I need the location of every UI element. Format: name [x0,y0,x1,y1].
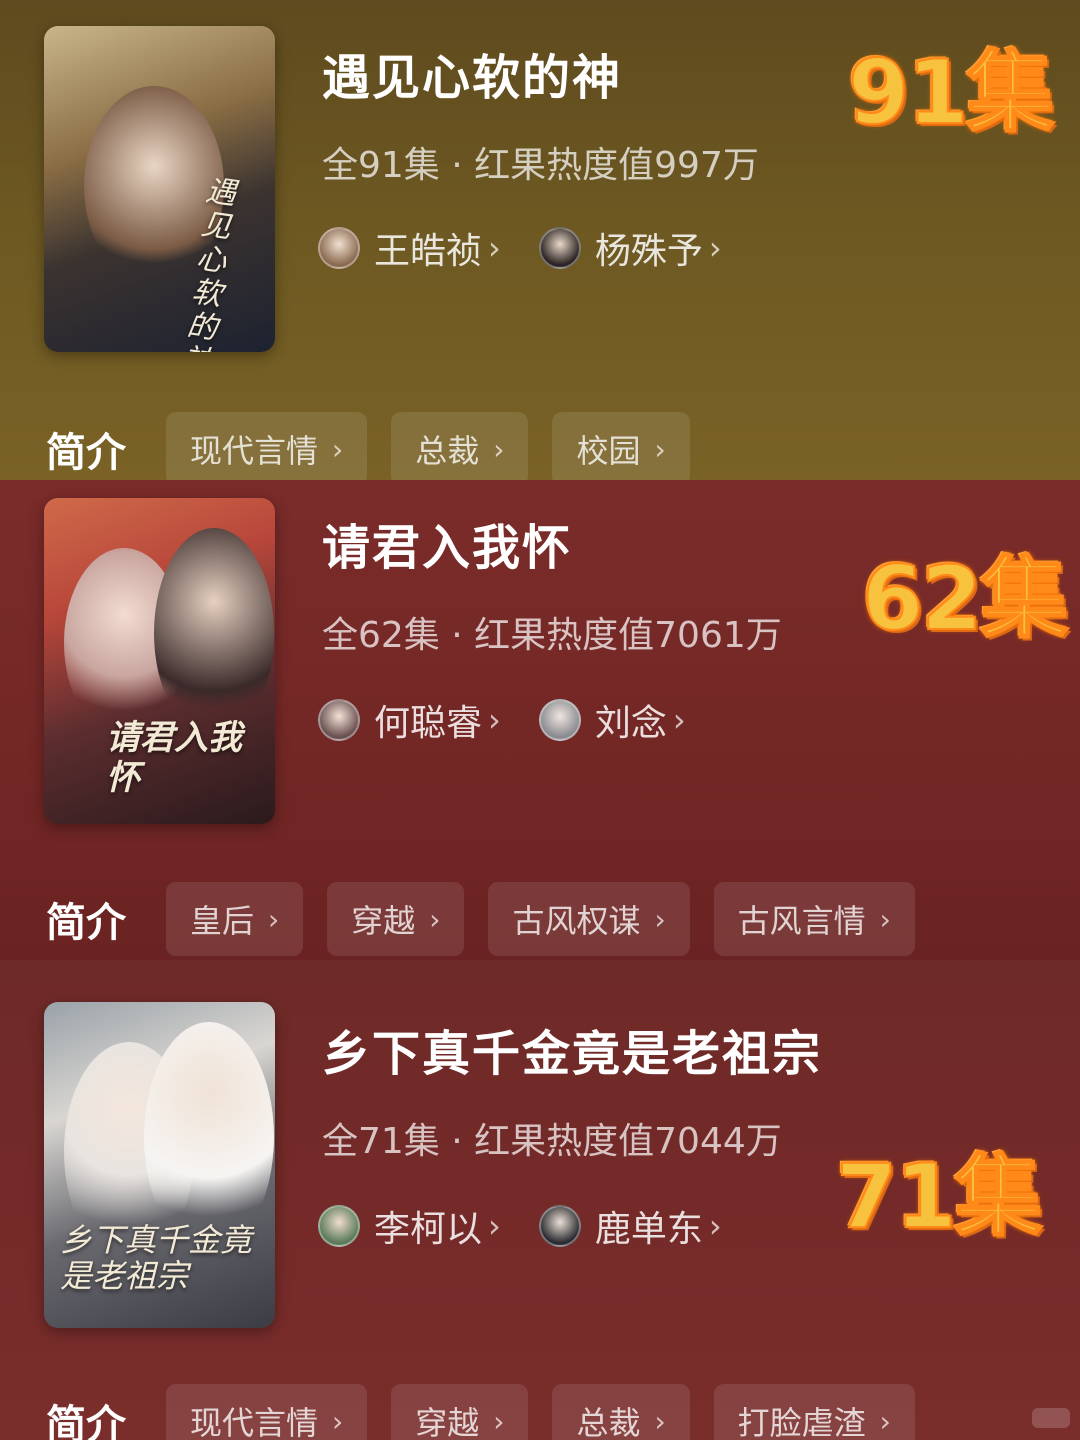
tag-chip[interactable]: 现代言情 › [166,1384,368,1440]
chevron-right-icon: › [332,432,344,466]
tag-row: 简介 皇后 › 穿越 › 古风权谋 › 古风言情 › [0,882,915,956]
actor-avatar [318,699,360,741]
intro-label[interactable]: 简介 [46,890,142,948]
poster-title: 请君入我怀 [106,718,242,798]
chevron-right-icon: › [879,1404,891,1438]
chevron-right-icon: › [268,902,280,936]
tag-chip[interactable]: 古风权谋 › [488,882,690,956]
actor-link[interactable]: 刘念 › [538,694,686,746]
poster-image[interactable]: 遇见心软的神 [44,26,275,352]
show-meta: 全62集 · 红果热度值7061万 [322,615,782,656]
actor-name: 杨殊予 [594,231,703,272]
actor-avatar [538,699,581,741]
chevron-right-icon: › [879,902,891,936]
chevron-right-icon: › [654,902,666,936]
actor-avatar [538,1205,581,1247]
chevron-right-icon: › [488,229,501,267]
show-title[interactable]: 请君入我怀 [322,508,572,578]
tag-chip[interactable]: 现代言情 › [166,412,368,480]
actor-link[interactable]: 王皓祯 › [318,222,501,274]
tag-chip[interactable]: 穿越 › [391,1384,529,1440]
poster-image[interactable]: 请君入我怀 [44,498,275,824]
episode-badge: 91集 [847,40,1055,145]
chevron-right-icon: › [654,1404,666,1438]
cast-list: 何聪睿 › 刘念 › [318,694,724,746]
actor-avatar [538,227,581,269]
actor-link[interactable]: 何聪睿 › [318,694,501,746]
chevron-right-icon: › [429,902,441,936]
chevron-right-icon: › [708,1207,722,1245]
actor-link[interactable]: 李柯以 › [318,1200,501,1252]
actor-name: 李柯以 [374,1209,483,1250]
show-meta: 全91集 · 红果热度值997万 [322,145,759,186]
chevron-right-icon: › [654,432,666,466]
chevron-right-icon: › [332,1404,344,1438]
tag-row: 简介 现代言情 › 总裁 › 校园 › [0,412,690,480]
show-card-3[interactable]: 乡下真千金竟是老祖宗 乡下真千金竟是老祖宗 全71集 · 红果热度值7044万 … [0,960,1080,1440]
chevron-right-icon: › [493,432,505,466]
watermark-logo [1032,1408,1070,1428]
intro-label[interactable]: 简介 [46,1392,142,1440]
show-title[interactable]: 遇见心软的神 [322,38,622,108]
actor-name: 何聪睿 [374,703,483,744]
poster-title: 乡下真千金竟是老祖宗 [60,1221,253,1295]
actor-name: 王皓祯 [374,231,483,272]
tag-chip[interactable]: 校园 › [552,412,690,480]
show-meta: 全71集 · 红果热度值7044万 [322,1121,782,1162]
poster-image[interactable]: 乡下真千金竟是老祖宗 [44,1002,275,1328]
tag-chip[interactable]: 总裁 › [552,1384,690,1440]
tag-chip[interactable]: 打脸虐渣 › [713,1384,915,1440]
actor-name: 刘念 [594,703,667,744]
cast-list: 王皓祯 › 杨殊予 › [318,222,760,274]
actor-link[interactable]: 鹿单东 › [538,1200,722,1252]
chevron-right-icon: › [488,701,501,739]
actor-avatar [318,1205,360,1247]
tag-chip[interactable]: 皇后 › [166,882,304,956]
intro-label[interactable]: 简介 [46,420,142,478]
chevron-right-icon: › [488,1207,501,1245]
cast-list: 李柯以 › 鹿单东 › [318,1200,760,1252]
show-card-2[interactable]: 请君入我怀 请君入我怀 全62集 · 红果热度值7061万 何聪睿 › 刘念 ›… [0,480,1080,960]
show-title[interactable]: 乡下真千金竟是老祖宗 [322,1014,822,1084]
chevron-right-icon: › [708,229,722,267]
actor-link[interactable]: 杨殊予 › [538,222,722,274]
tag-chip[interactable]: 穿越 › [327,882,465,956]
tag-chip[interactable]: 古风言情 › [713,882,915,956]
tag-chip[interactable]: 总裁 › [391,412,529,480]
show-card-1[interactable]: 遇见心软的神 遇见心软的神 全91集 · 红果热度值997万 王皓祯 › 杨殊予… [0,0,1080,480]
actor-name: 鹿单东 [594,1209,703,1250]
actor-avatar [318,227,360,269]
episode-badge: 62集 [861,546,1069,651]
tag-row: 简介 现代言情 › 穿越 › 总裁 › 打脸虐渣 › [0,1384,915,1440]
episode-badge: 71集 [835,1144,1043,1249]
chevron-right-icon: › [672,701,686,739]
chevron-right-icon: › [493,1404,505,1438]
